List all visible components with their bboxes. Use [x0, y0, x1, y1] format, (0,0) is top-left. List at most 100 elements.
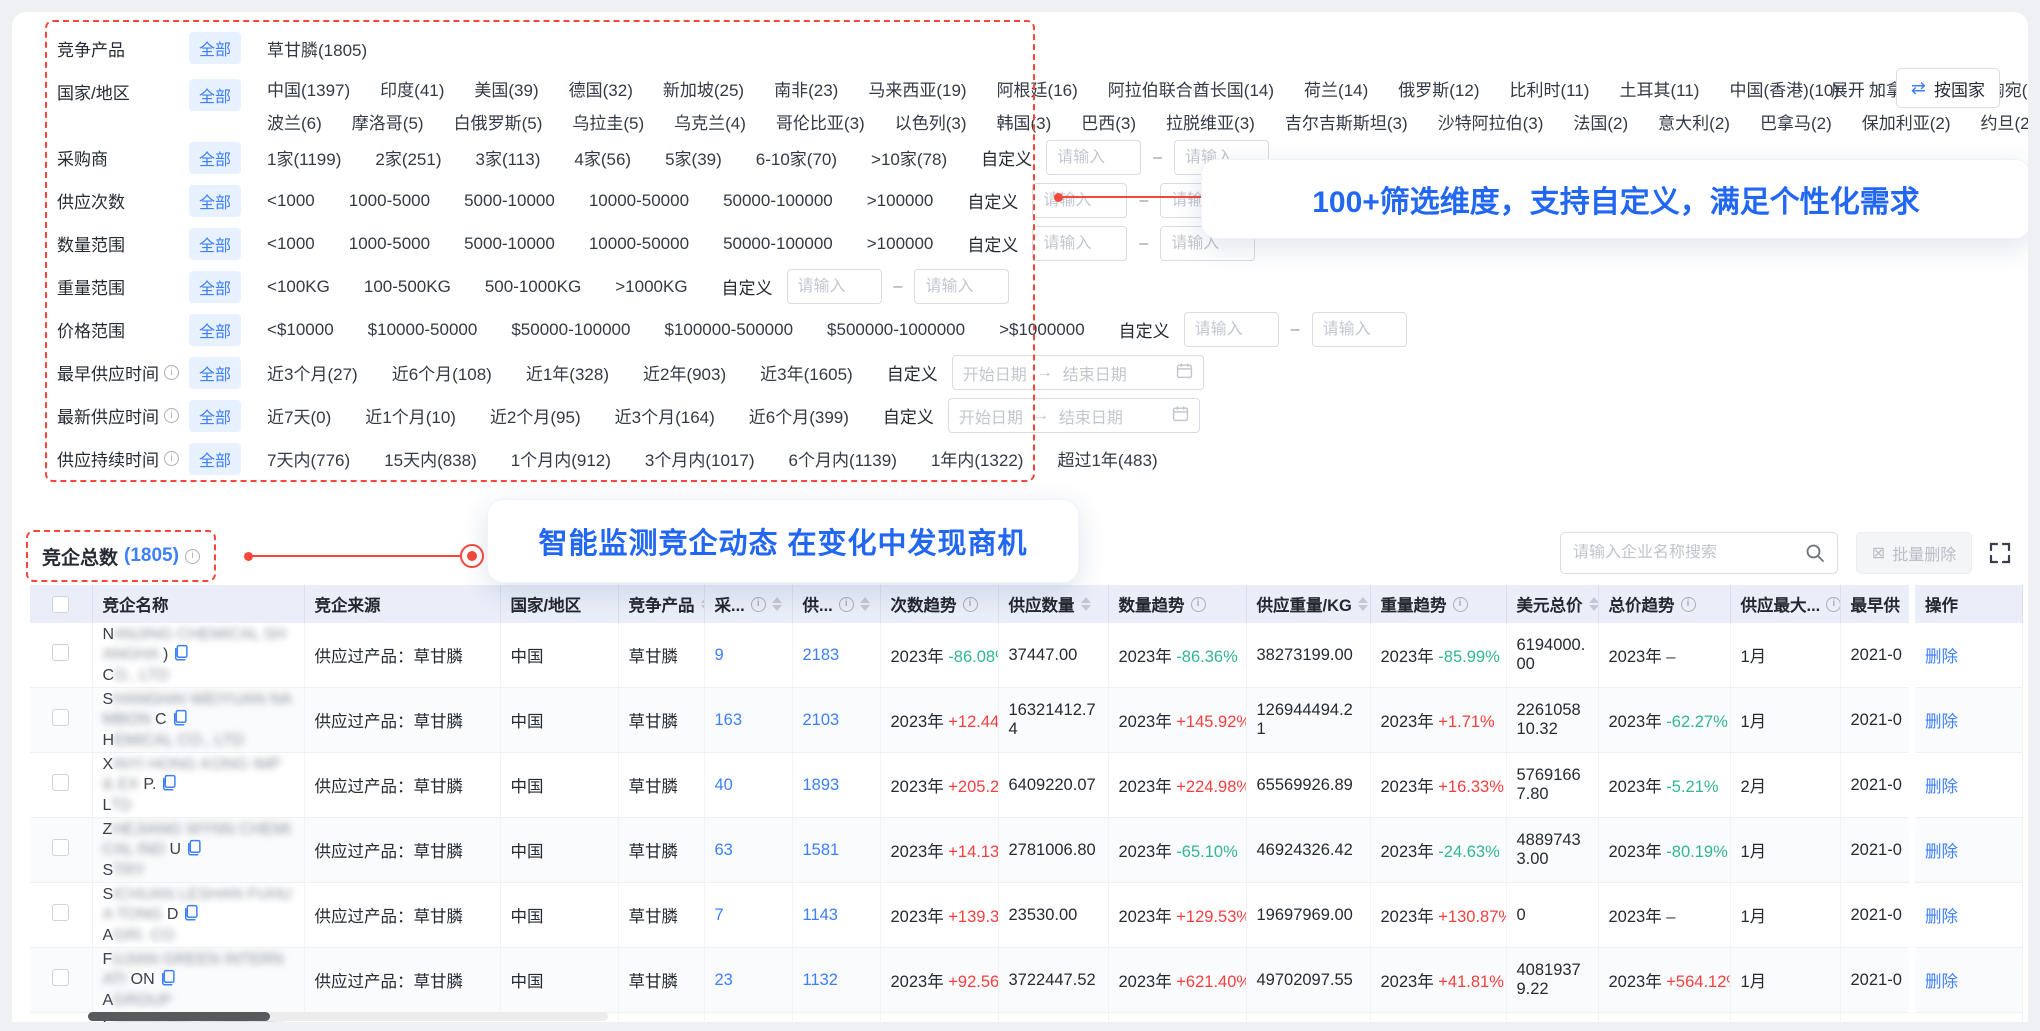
- delete-link[interactable]: 删除: [1925, 713, 1958, 731]
- filter-option[interactable]: 近6个月(399): [749, 403, 849, 428]
- delete-link[interactable]: 删除: [1925, 648, 1958, 666]
- row-checkbox[interactable]: [52, 774, 69, 791]
- copy-icon[interactable]: [160, 774, 177, 796]
- filter-option[interactable]: 意大利(2): [1658, 109, 1730, 134]
- supply-count-link[interactable]: 1581: [803, 841, 840, 859]
- copy-icon[interactable]: [159, 969, 176, 991]
- row-checkbox[interactable]: [52, 839, 69, 856]
- column-header-buyers[interactable]: 采...i: [704, 585, 792, 623]
- delete-link[interactable]: 删除: [1925, 973, 1958, 991]
- filter-option[interactable]: >100000: [867, 234, 934, 254]
- filter-all-tag-price[interactable]: 全部: [189, 314, 241, 346]
- filter-option[interactable]: <$10000: [267, 320, 334, 340]
- buyers-count-link[interactable]: 63: [715, 841, 733, 859]
- filter-option[interactable]: 1个月内(912): [511, 446, 611, 471]
- filter-all-tag-country[interactable]: 全部: [189, 79, 241, 111]
- filter-option[interactable]: 4家(56): [574, 145, 631, 170]
- sort-icon[interactable]: [1589, 597, 1599, 611]
- filter-option[interactable]: 乌拉圭(5): [572, 109, 644, 134]
- filter-option[interactable]: $50000-100000: [511, 320, 630, 340]
- info-icon[interactable]: i: [164, 408, 179, 423]
- date-range-picker[interactable]: 开始日期→结束日期: [952, 355, 1204, 390]
- copy-icon[interactable]: [185, 839, 202, 861]
- filter-option[interactable]: 拉脱维亚(3): [1166, 109, 1255, 134]
- batch-delete-button[interactable]: ⊠ 批量删除: [1856, 532, 1972, 574]
- filter-option[interactable]: 吉尔吉斯斯坦(3): [1285, 109, 1408, 134]
- supply-count-link[interactable]: 2103: [803, 711, 840, 729]
- filter-option[interactable]: 波兰(6): [267, 109, 322, 134]
- filter-all-tag-product[interactable]: 全部: [189, 32, 241, 64]
- filter-option[interactable]: 荷兰(14): [1304, 76, 1368, 101]
- filter-option[interactable]: 1000-5000: [349, 234, 430, 254]
- filter-option[interactable]: 约旦(2): [1981, 109, 2028, 134]
- filter-option[interactable]: 近3个月(164): [615, 403, 715, 428]
- column-header-usd[interactable]: 美元总价: [1506, 585, 1598, 623]
- filter-option[interactable]: 乌克兰(4): [674, 109, 746, 134]
- info-icon[interactable]: i: [1826, 597, 1840, 612]
- supply-count-link[interactable]: 1143: [803, 906, 838, 924]
- filter-option[interactable]: 韩国(3): [996, 109, 1051, 134]
- filter-option[interactable]: 50000-100000: [723, 234, 833, 254]
- filter-option[interactable]: 巴拿马(2): [1760, 109, 1832, 134]
- info-icon[interactable]: i: [839, 597, 854, 612]
- sort-icon[interactable]: [772, 597, 782, 611]
- filter-option[interactable]: >10家(78): [871, 145, 947, 170]
- filter-range-max-input[interactable]: [1312, 312, 1407, 347]
- row-checkbox[interactable]: [52, 709, 69, 726]
- filter-option[interactable]: 1家(1199): [267, 145, 341, 170]
- filter-option[interactable]: 10000-50000: [589, 234, 689, 254]
- expand-link[interactable]: 展开: [1831, 76, 1880, 101]
- filter-option[interactable]: 以色列(3): [895, 109, 967, 134]
- filter-option[interactable]: 德国(32): [569, 76, 633, 101]
- info-icon[interactable]: i: [751, 597, 766, 612]
- filter-option[interactable]: $10000-50000: [368, 320, 478, 340]
- copy-icon[interactable]: [182, 904, 199, 926]
- filter-option[interactable]: 6-10家(70): [756, 145, 837, 170]
- filter-option[interactable]: 近3年(1605): [760, 360, 853, 385]
- buyers-count-link[interactable]: 23: [715, 971, 733, 989]
- info-icon[interactable]: i: [164, 365, 179, 380]
- filter-option[interactable]: 7天内(776): [267, 446, 350, 471]
- info-icon[interactable]: i: [963, 597, 978, 612]
- copy-icon[interactable]: [172, 644, 189, 666]
- filter-all-tag-weight[interactable]: 全部: [189, 271, 241, 303]
- delete-link[interactable]: 删除: [1925, 778, 1958, 796]
- filter-option[interactable]: 6个月内(1139): [789, 446, 897, 471]
- filter-option[interactable]: 白俄罗斯(5): [454, 109, 543, 134]
- sort-icon[interactable]: [1358, 597, 1368, 611]
- column-header-weight[interactable]: 供应重量/KG: [1246, 585, 1370, 623]
- info-icon[interactable]: i: [185, 549, 200, 564]
- filter-option[interactable]: 3个月内(1017): [645, 446, 755, 471]
- column-header-supplies[interactable]: 供...i: [792, 585, 880, 623]
- filter-option[interactable]: 法国(2): [1573, 109, 1628, 134]
- filter-range-min-input[interactable]: [787, 269, 882, 304]
- filter-option[interactable]: 中国(1397): [267, 76, 350, 101]
- filter-option[interactable]: 超过1年(483): [1057, 446, 1157, 471]
- sort-icon[interactable]: [860, 597, 870, 611]
- buyers-count-link[interactable]: 9: [715, 646, 724, 664]
- filter-option[interactable]: 沙特阿拉伯(3): [1438, 109, 1544, 134]
- filter-option[interactable]: 100-500KG: [364, 277, 451, 297]
- filter-option[interactable]: 1年内(1322): [931, 446, 1024, 471]
- buyers-count-link[interactable]: 163: [715, 711, 743, 729]
- filter-option[interactable]: 15天内(838): [384, 446, 477, 471]
- filter-option[interactable]: 俄罗斯(12): [1398, 76, 1479, 101]
- filter-range-min-input[interactable]: [1046, 140, 1141, 175]
- filter-custom-label[interactable]: 自定义: [1119, 317, 1170, 342]
- sort-icon[interactable]: [701, 597, 705, 611]
- filter-option[interactable]: $100000-500000: [664, 320, 793, 340]
- info-icon[interactable]: i: [1191, 597, 1206, 612]
- horizontal-scrollbar-track[interactable]: [88, 1012, 608, 1021]
- filter-option[interactable]: <1000: [267, 191, 315, 211]
- filter-option[interactable]: 南非(23): [774, 76, 838, 101]
- filter-option[interactable]: 中国(香港)(10): [1729, 76, 1839, 101]
- date-range-picker[interactable]: 开始日期→结束日期: [948, 398, 1200, 433]
- filter-custom-label[interactable]: 自定义: [883, 403, 934, 428]
- filter-range-min-input[interactable]: [1032, 226, 1127, 261]
- filter-all-tag-quantity[interactable]: 全部: [189, 228, 241, 260]
- filter-option[interactable]: 10000-50000: [589, 191, 689, 211]
- fullscreen-icon[interactable]: [1988, 541, 2012, 565]
- filter-option[interactable]: 新加坡(25): [663, 76, 744, 101]
- horizontal-scrollbar-thumb[interactable]: [88, 1012, 270, 1021]
- info-icon[interactable]: i: [1681, 597, 1696, 612]
